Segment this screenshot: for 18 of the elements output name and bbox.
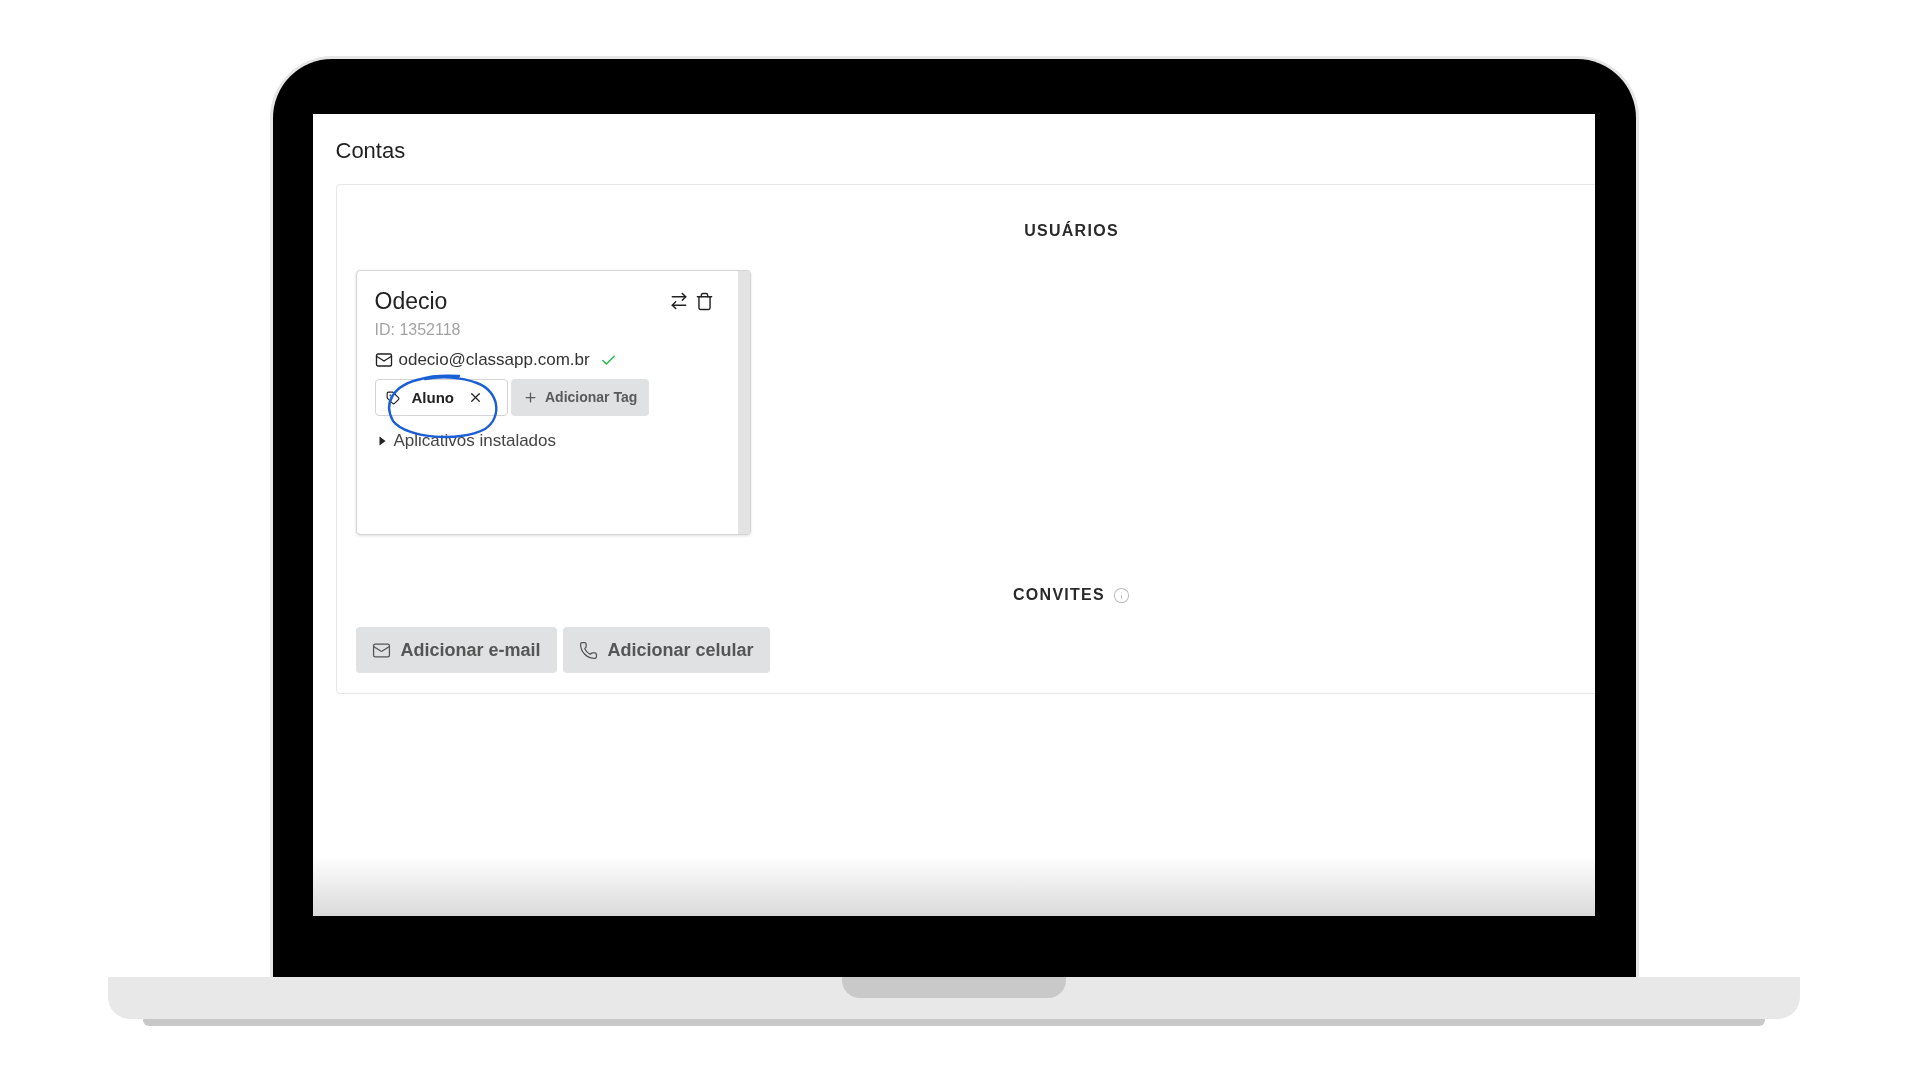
plus-icon	[523, 390, 538, 405]
user-email: odecio@classapp.com.br	[398, 349, 590, 371]
user-id: ID: 1352118	[374, 320, 461, 340]
section-heading: USUÁRIOS	[1024, 221, 1119, 241]
invite-button[interactable]: Adicionar celular	[562, 627, 770, 673]
tag-label: Aluno	[411, 387, 454, 408]
page-title: Contas	[335, 138, 406, 164]
installed-apps-toggle[interactable]: Aplicativos instalados	[393, 430, 557, 452]
invite-button[interactable]: Adicionar e-mail	[355, 627, 557, 673]
mail-icon	[374, 351, 393, 369]
tag-icon	[385, 390, 400, 405]
trash-icon[interactable]	[694, 291, 714, 311]
phone-icon	[578, 640, 598, 660]
caret-icon[interactable]	[378, 436, 386, 446]
add-tag-button[interactable]: Adicionar Tag	[511, 379, 650, 416]
close-icon[interactable]	[468, 390, 483, 405]
user-name: Odecio	[374, 287, 448, 315]
section-heading: CONVITES	[1013, 585, 1105, 605]
